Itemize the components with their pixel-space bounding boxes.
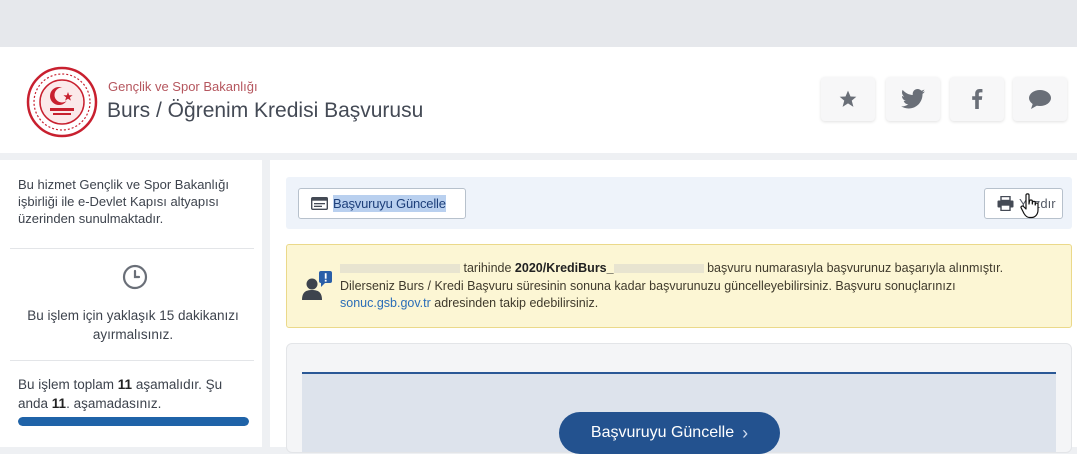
twitter-icon bbox=[901, 89, 925, 109]
user-alert-icon bbox=[302, 271, 332, 300]
service-title: Burs / Öğrenim Kredisi Başvurusu bbox=[107, 99, 424, 122]
chat-icon bbox=[1029, 90, 1051, 109]
progress-fill bbox=[18, 417, 249, 426]
redacted-number bbox=[613, 264, 704, 274]
feedback-button[interactable] bbox=[1013, 77, 1067, 121]
form-icon bbox=[311, 197, 328, 210]
step-current: 11 bbox=[51, 396, 67, 411]
notice-text: Dilerseniz Burs / Kredi Başvuru süresini… bbox=[340, 278, 956, 293]
notice-text: başvuru numarasıyla başvurunuz başarıyla… bbox=[703, 261, 1004, 275]
notice-message: tarihinde 2020/KrediBurs_ başvuru numara… bbox=[340, 260, 1062, 313]
org-name: Gençlik ve Spor Bakanlığı bbox=[108, 79, 258, 94]
star-icon bbox=[839, 90, 857, 107]
service-intro: Bu hizmet Gençlik ve Spor Bakanlığı işbi… bbox=[18, 177, 229, 226]
favorite-button[interactable] bbox=[821, 77, 875, 121]
update-button-label: Başvuruyu Güncelle bbox=[333, 195, 446, 212]
step-total: 11 bbox=[117, 377, 133, 392]
update-application-main-button[interactable]: Başvuruyu Güncelle › bbox=[559, 412, 780, 454]
facebook-button[interactable] bbox=[950, 77, 1004, 121]
ministry-logo bbox=[26, 66, 98, 138]
notice-text: tarihinde bbox=[463, 261, 515, 275]
top-band bbox=[0, 0, 1077, 47]
success-notice: tarihinde 2020/KrediBurs_ başvuru numara… bbox=[286, 244, 1072, 328]
printer-icon bbox=[997, 196, 1014, 211]
step-text: Bu işlem toplam bbox=[18, 377, 118, 392]
step-progress-bar bbox=[18, 417, 249, 426]
notice-text: adresinden takip edebilirsiniz. bbox=[430, 296, 599, 310]
results-link[interactable]: sonuc.gsb.gov.tr bbox=[340, 296, 431, 310]
step-info: Bu işlem toplam 11 aşamalıdır. Şu anda 1… bbox=[18, 375, 250, 413]
info-sidebar: Bu hizmet Gençlik ve Spor Bakanlığı işbi… bbox=[0, 160, 262, 447]
redacted-date bbox=[340, 264, 460, 274]
facebook-icon bbox=[972, 89, 983, 109]
divider bbox=[10, 248, 254, 249]
twitter-button[interactable] bbox=[886, 77, 940, 121]
divider bbox=[10, 360, 254, 361]
hand-cursor-icon bbox=[1020, 193, 1039, 219]
clock-icon bbox=[122, 264, 148, 290]
update-application-button[interactable]: Başvuruyu Güncelle bbox=[298, 188, 466, 219]
main-button-label: Başvuruyu Güncelle bbox=[590, 424, 735, 441]
step-text: . aşamadasınız. bbox=[66, 396, 162, 411]
time-estimate: Bu işlem için yaklaşık 15 dakikanızı ayı… bbox=[27, 308, 239, 342]
main-content: Başvuruyu Güncelle Yazdır tarihinde 2020… bbox=[270, 160, 1077, 454]
application-number: 2020/KrediBurs_ bbox=[514, 261, 614, 275]
page-header: Gençlik ve Spor Bakanlığı Burs / Öğrenim… bbox=[0, 47, 1077, 153]
chevron-right-icon: › bbox=[742, 422, 749, 443]
